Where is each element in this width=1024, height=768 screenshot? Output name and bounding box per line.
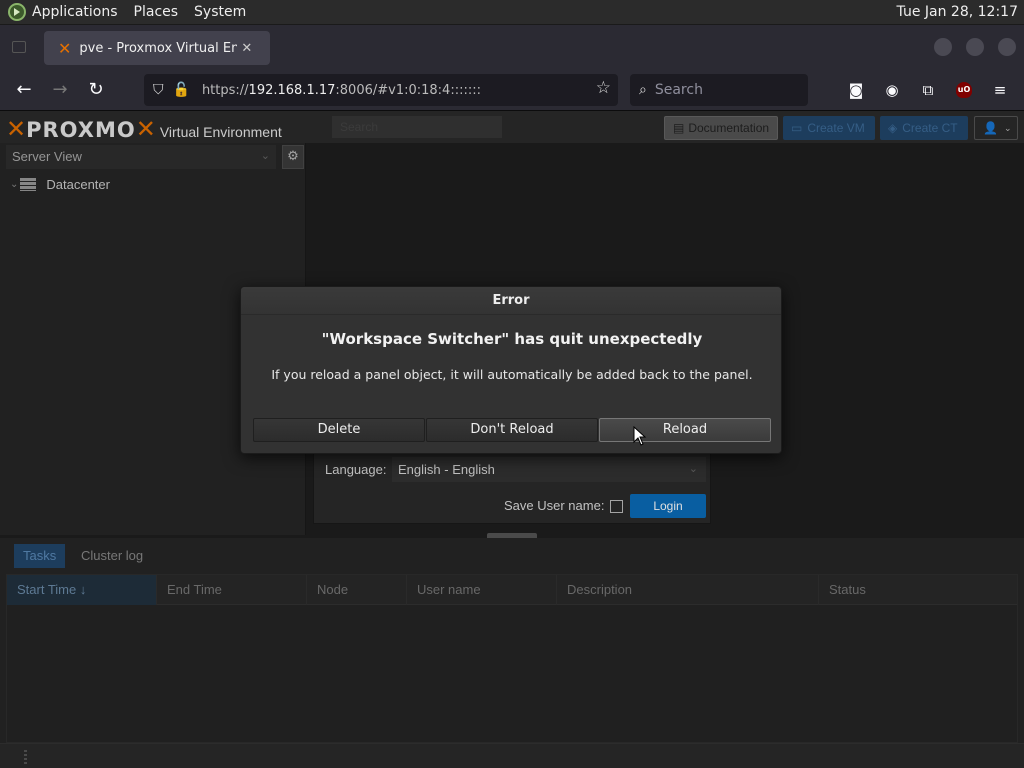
lock-warning-icon[interactable]: 🔓 xyxy=(173,82,190,98)
extensions-icon[interactable]: ⧉ xyxy=(918,80,938,100)
url-text[interactable]: https://192.168.1.17:8006/#v1:0:18:4::::… xyxy=(202,83,481,98)
browser-tab-bar: ✕ pve - Proxmox Virtual Envir ✕ xyxy=(0,25,1024,70)
pocket-icon[interactable]: ◙ xyxy=(846,80,866,100)
tab-close-icon[interactable]: ✕ xyxy=(241,41,252,56)
url-bar[interactable]: ⛉ 🔓 https://192.168.1.17:8006/#v1:0:18:4… xyxy=(144,74,618,106)
bookmark-star-icon[interactable]: ☆ xyxy=(596,78,611,98)
hamburger-menu-icon[interactable]: ≡ xyxy=(990,80,1010,100)
mouse-pointer-icon xyxy=(633,426,647,446)
back-arrow-icon[interactable]: ← xyxy=(12,79,36,103)
window-minimize-button[interactable] xyxy=(934,38,952,56)
applications-menu[interactable]: Applications xyxy=(32,4,118,20)
dialog-title[interactable]: Error xyxy=(241,287,781,315)
dont-reload-button[interactable]: Don't Reload xyxy=(426,418,598,442)
proxmox-favicon-icon: ✕ xyxy=(58,38,72,58)
account-icon[interactable]: ◉ xyxy=(882,80,902,100)
error-message: If you reload a panel object, it will au… xyxy=(271,367,753,382)
window-maximize-button[interactable] xyxy=(966,38,984,56)
tracking-shield-icon[interactable]: ⛉ xyxy=(153,82,164,98)
browser-nav-bar: ← → ↻ ⛉ 🔓 https://192.168.1.17:8006/#v1:… xyxy=(0,70,1024,111)
tab-overview-icon[interactable] xyxy=(12,41,26,53)
error-heading: "Workspace Switcher" has quit unexpected… xyxy=(321,330,703,348)
error-dialog: Error "Workspace Switcher" has quit unex… xyxy=(240,286,782,454)
reload-icon[interactable]: ↻ xyxy=(84,79,108,103)
tab-title: pve - Proxmox Virtual Envir xyxy=(79,40,238,56)
browser-tab[interactable]: ✕ pve - Proxmox Virtual Envir ✕ xyxy=(44,31,270,65)
forward-arrow-icon[interactable]: → xyxy=(48,79,72,103)
panel-clock[interactable]: Tue Jan 28, 12:17 xyxy=(897,4,1018,20)
web-search-placeholder: Search xyxy=(654,82,703,98)
web-search-box[interactable]: ⌕ Search xyxy=(630,74,808,106)
delete-button[interactable]: Delete xyxy=(253,418,425,442)
reload-button[interactable]: Reload xyxy=(599,418,771,442)
distro-logo-icon[interactable] xyxy=(8,3,26,21)
places-menu[interactable]: Places xyxy=(134,4,179,20)
window-close-button[interactable] xyxy=(998,38,1016,56)
search-icon: ⌕ xyxy=(639,82,647,98)
gnome-top-panel: Applications Places System Tue Jan 28, 1… xyxy=(0,0,1024,25)
ublock-origin-icon[interactable]: uO xyxy=(956,82,972,98)
system-menu[interactable]: System xyxy=(194,4,246,20)
